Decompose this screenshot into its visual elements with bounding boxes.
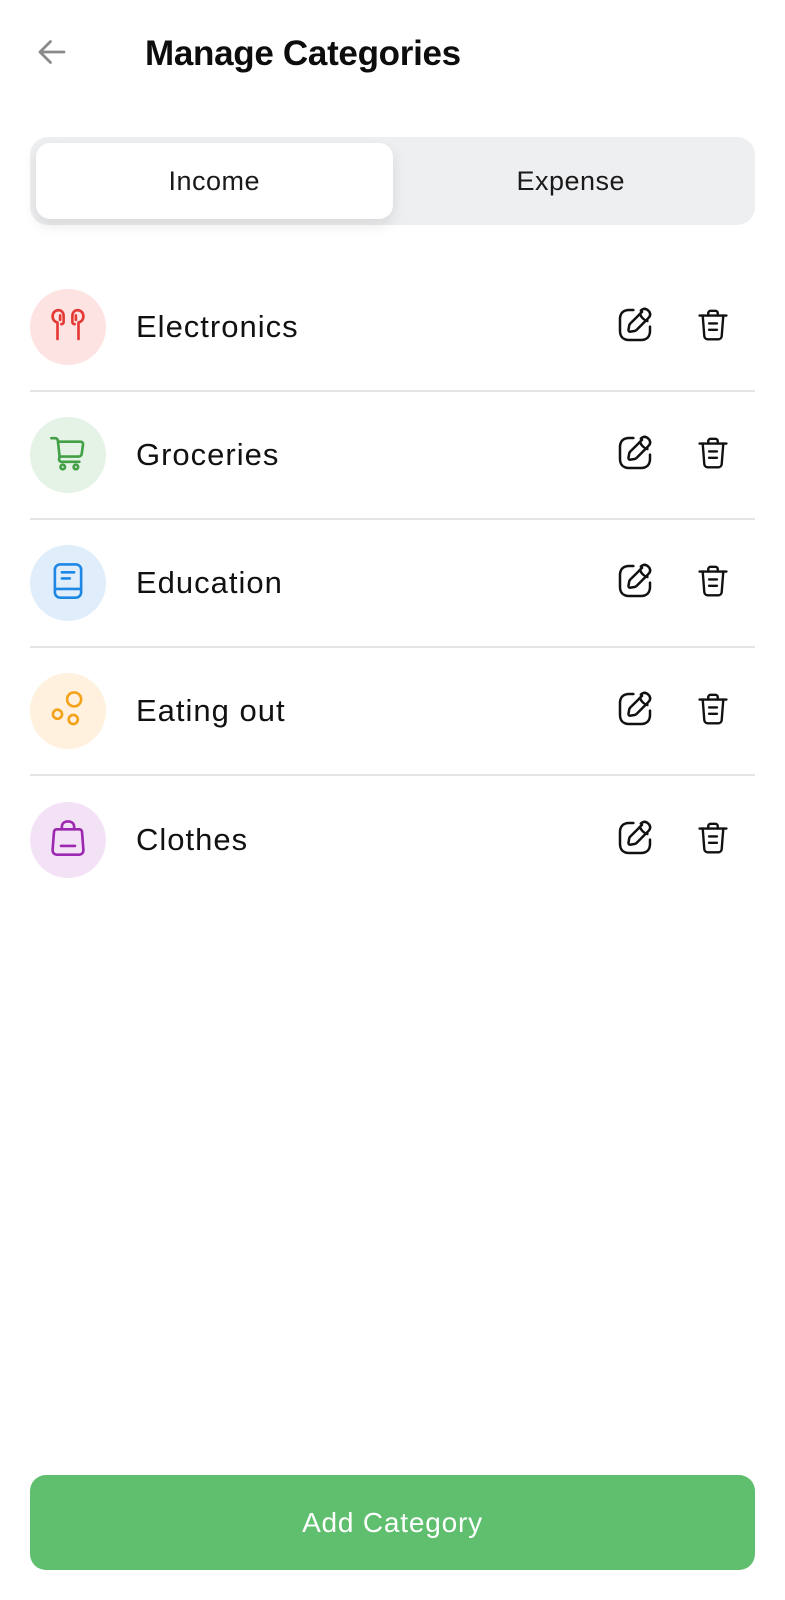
edit-button[interactable] <box>611 431 659 479</box>
delete-button[interactable] <box>689 303 737 351</box>
category-label: Electronics <box>136 309 299 344</box>
delete-button[interactable] <box>689 816 737 864</box>
bubbles-icon <box>47 688 89 735</box>
back-button[interactable] <box>30 32 74 76</box>
edit-button[interactable] <box>611 687 659 735</box>
page-title: Manage Categories <box>145 34 461 73</box>
category-list: Electronics Groceries Education Eating o… <box>30 264 755 904</box>
category-icon-badge <box>30 673 106 749</box>
edit-icon <box>615 561 655 606</box>
tab-expense[interactable]: Expense <box>393 143 750 219</box>
category-row: Groceries <box>30 392 755 520</box>
earphones-icon <box>47 304 89 351</box>
trash-icon <box>694 819 732 862</box>
delete-button[interactable] <box>689 559 737 607</box>
tab-income[interactable]: Income <box>36 143 393 219</box>
trash-icon <box>694 562 732 605</box>
category-row: Clothes <box>30 776 755 904</box>
category-icon-badge <box>30 289 106 365</box>
edit-icon <box>615 818 655 863</box>
category-label: Education <box>136 565 283 600</box>
add-category-button[interactable]: Add Category <box>30 1475 755 1570</box>
trash-icon <box>694 306 732 349</box>
edit-icon <box>615 433 655 478</box>
category-row: Education <box>30 520 755 648</box>
trash-icon <box>694 434 732 477</box>
cart-icon <box>47 432 89 479</box>
book-icon <box>47 560 89 607</box>
header: Manage Categories <box>0 0 785 110</box>
bag-icon <box>47 817 89 864</box>
category-row: Electronics <box>30 264 755 392</box>
edit-icon <box>615 689 655 734</box>
category-label: Clothes <box>136 822 249 857</box>
app-root: Manage Categories Income Expense Electro… <box>0 0 785 1600</box>
edit-button[interactable] <box>611 559 659 607</box>
category-label: Groceries <box>136 437 280 472</box>
edit-button[interactable] <box>611 816 659 864</box>
category-icon-badge <box>30 417 106 493</box>
type-toggle: Income Expense <box>30 137 755 225</box>
category-row: Eating out <box>30 648 755 776</box>
category-label: Eating out <box>136 693 286 728</box>
category-icon-badge <box>30 802 106 878</box>
category-icon-badge <box>30 545 106 621</box>
arrow-left-icon <box>34 34 70 75</box>
delete-button[interactable] <box>689 687 737 735</box>
trash-icon <box>694 690 732 733</box>
edit-button[interactable] <box>611 303 659 351</box>
delete-button[interactable] <box>689 431 737 479</box>
edit-icon <box>615 305 655 350</box>
